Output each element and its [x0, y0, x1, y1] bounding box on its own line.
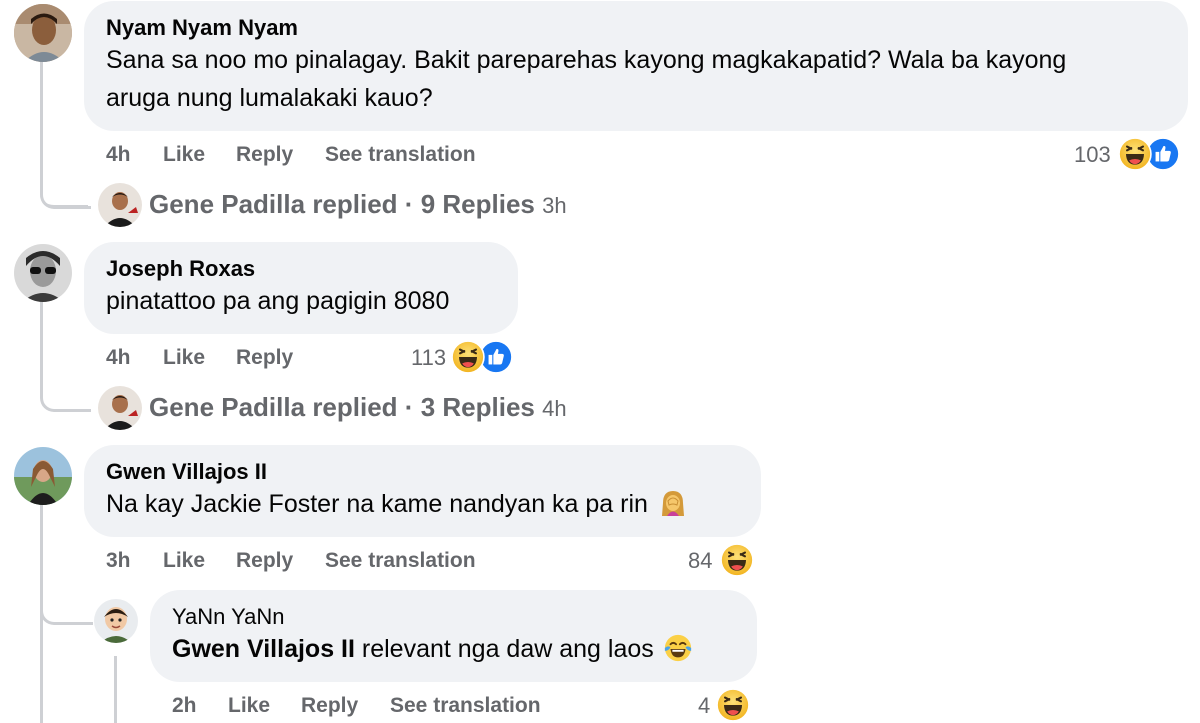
- mention-tag[interactable]: Gwen Villajos II: [172, 635, 355, 663]
- avatar: [98, 183, 142, 227]
- avatar-photo-icon: [14, 244, 72, 302]
- avatar-photo-icon: [98, 386, 142, 430]
- separator: ·: [404, 189, 414, 219]
- avatar[interactable]: [14, 244, 72, 302]
- comment-author[interactable]: Nyam Nyam Nyam: [106, 15, 1188, 41]
- avatar[interactable]: [14, 4, 72, 62]
- separator: ·: [404, 392, 414, 422]
- reaction-count[interactable]: 103: [1074, 142, 1111, 168]
- comment-time[interactable]: 2h: [172, 693, 197, 719]
- comment-text: Sana sa noo mo pinalagay. Bakit parepare…: [106, 46, 1067, 74]
- reply-button[interactable]: Reply: [301, 693, 358, 719]
- thread-connector: [40, 590, 93, 625]
- reply-button[interactable]: Reply: [236, 345, 293, 371]
- reply-button[interactable]: Reply: [236, 142, 293, 168]
- replies-count: 9 Replies: [420, 189, 535, 219]
- comment-text: Na kay Jackie Foster na kame nandyan ka …: [106, 485, 761, 523]
- comment-author[interactable]: Gwen Villajos II: [106, 459, 761, 485]
- tears-of-joy-emoji: [664, 634, 691, 662]
- reply-author[interactable]: YaNn YaNn: [172, 604, 757, 630]
- comment-text-body: Na kay Jackie Foster na kame nandyan ka …: [106, 490, 648, 518]
- haha-icon[interactable]: [451, 340, 485, 374]
- like-button[interactable]: Like: [163, 345, 205, 371]
- view-replies-link[interactable]: Gene Padilla replied · 3 Replies 4h: [149, 392, 567, 424]
- reaction-count[interactable]: 4: [698, 693, 710, 719]
- avatar-photo-icon: [14, 4, 72, 62]
- replier-name: Gene Padilla: [149, 189, 306, 219]
- thread-connector: [40, 365, 91, 412]
- thread-line: [114, 656, 117, 723]
- avatar[interactable]: [94, 599, 138, 643]
- comment-bubble: Joseph Roxas pinatattoo pa ang pagigin 8…: [84, 242, 518, 334]
- like-button[interactable]: Like: [228, 693, 270, 719]
- thread-connector: [40, 160, 91, 209]
- avatar[interactable]: [14, 447, 72, 505]
- reply-text: Gwen Villajos II relevant nga daw ang la…: [172, 630, 757, 668]
- comment-bubble: Nyam Nyam Nyam Sana sa noo mo pinalagay.…: [84, 1, 1188, 131]
- see-translation-link[interactable]: See translation: [390, 693, 541, 719]
- comment-bubble: Gwen Villajos II Na kay Jackie Foster na…: [84, 445, 761, 537]
- reaction-count[interactable]: 84: [688, 548, 712, 574]
- replied-label: replied: [312, 189, 398, 219]
- like-button[interactable]: Like: [163, 142, 205, 168]
- reply-bubble: YaNn YaNn Gwen Villajos II relevant nga …: [150, 590, 757, 682]
- see-translation-link[interactable]: See translation: [325, 548, 476, 574]
- comment-text: aruga nung lumalakaki kauo?: [106, 84, 433, 112]
- haha-icon[interactable]: [720, 543, 754, 577]
- haha-icon[interactable]: [716, 688, 750, 722]
- replies-time: 4h: [542, 396, 567, 421]
- woman-facepalming-emoji: [661, 491, 684, 516]
- see-translation-link[interactable]: See translation: [325, 142, 476, 168]
- avatar-photo-icon: [98, 183, 142, 227]
- replier-name: Gene Padilla: [149, 392, 306, 422]
- comment-author[interactable]: Joseph Roxas: [106, 256, 518, 282]
- replies-count: 3 Replies: [420, 392, 535, 422]
- avatar-photo-icon: [14, 447, 72, 505]
- reply-text-body: relevant nga daw ang laos: [361, 635, 654, 663]
- comment-time[interactable]: 3h: [106, 548, 131, 574]
- replied-label: replied: [312, 392, 398, 422]
- view-replies-link[interactable]: Gene Padilla replied · 9 Replies 3h: [149, 189, 567, 221]
- like-button[interactable]: Like: [163, 548, 205, 574]
- reply-button[interactable]: Reply: [236, 548, 293, 574]
- comment-text: pinatattoo pa ang pagigin 8080: [106, 287, 450, 315]
- reaction-count[interactable]: 113: [411, 345, 446, 371]
- comment-time[interactable]: 4h: [106, 142, 131, 168]
- avatar-photo-icon: [94, 599, 138, 643]
- replies-time: 3h: [542, 193, 567, 218]
- avatar: [98, 386, 142, 430]
- haha-icon[interactable]: [1118, 137, 1152, 171]
- comment-time[interactable]: 4h: [106, 345, 131, 371]
